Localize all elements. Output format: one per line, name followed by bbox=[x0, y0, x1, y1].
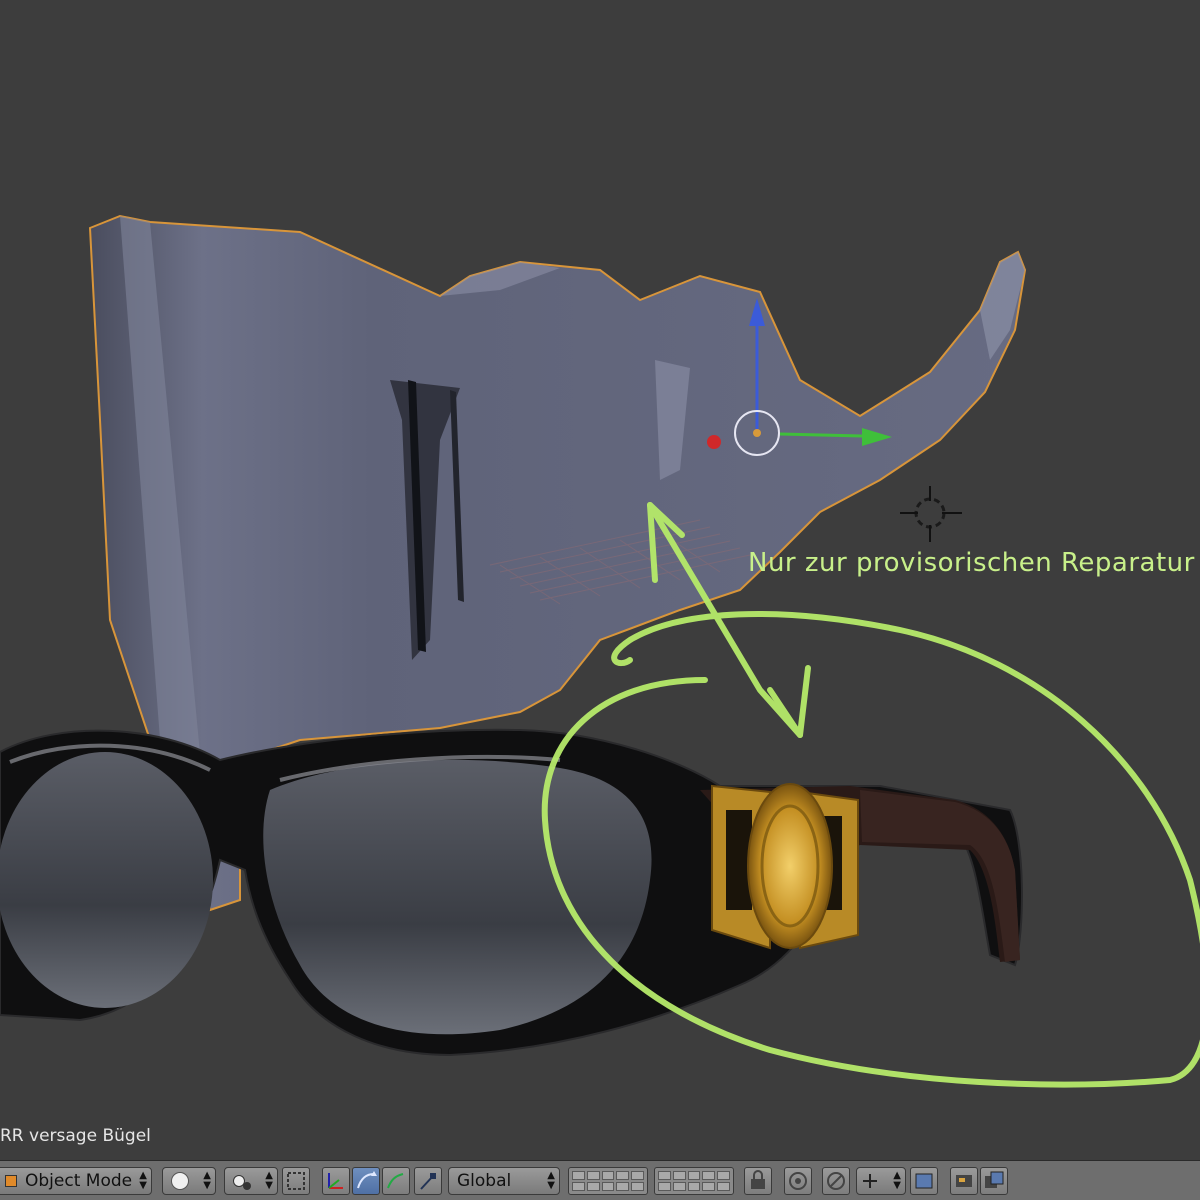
gold-medusa-buckle bbox=[711, 783, 859, 950]
lock-icon bbox=[751, 1170, 765, 1189]
proportional-edit-icon bbox=[789, 1172, 807, 1190]
viewport-canvas bbox=[0, 214, 1200, 1088]
solid-shading-icon bbox=[171, 1172, 189, 1190]
proportional-edit-button[interactable] bbox=[784, 1167, 812, 1195]
annotation-text: Nur zur provisorischen Reparatur bbox=[748, 548, 1195, 578]
snap-target-button[interactable] bbox=[910, 1167, 938, 1195]
pivot-point-dropdown[interactable]: ▲ ▼ bbox=[224, 1167, 278, 1195]
snap-target-icon bbox=[915, 1173, 933, 1189]
translate-manipulator-button[interactable] bbox=[322, 1167, 350, 1195]
3d-cursor-icon[interactable] bbox=[900, 486, 962, 542]
dropdown-arrows-icon: ▲ ▼ bbox=[893, 1170, 901, 1191]
dropdown-arrows-icon: ▲ ▼ bbox=[203, 1170, 211, 1191]
layers-grid-1[interactable] bbox=[568, 1167, 648, 1195]
layers-grid-2[interactable] bbox=[654, 1167, 734, 1195]
object-name-label: RR versage Bügel bbox=[0, 1126, 151, 1146]
manipulator-arrow-icon bbox=[420, 1173, 436, 1190]
copy-render-icon bbox=[985, 1171, 1004, 1188]
rotate-manipulator-button[interactable] bbox=[352, 1167, 380, 1195]
viewport-shading-dropdown[interactable]: ▲ ▼ bbox=[162, 1167, 216, 1195]
manipulator-toggle[interactable] bbox=[282, 1167, 310, 1195]
orientation-label: Global bbox=[457, 1171, 512, 1191]
lock-layers-button[interactable] bbox=[744, 1167, 772, 1195]
snap-element-dropdown[interactable]: ▲ ▼ bbox=[856, 1167, 906, 1195]
dropdown-arrows-icon: ▲ ▼ bbox=[139, 1170, 147, 1191]
manipulator-icon bbox=[287, 1172, 305, 1190]
copy-render-button[interactable] bbox=[980, 1167, 1008, 1195]
snap-element-icon bbox=[863, 1174, 877, 1188]
object-mode-icon bbox=[5, 1175, 17, 1187]
snap-icon bbox=[827, 1172, 845, 1190]
scale-icon bbox=[387, 1173, 404, 1189]
sunglasses-image bbox=[0, 728, 1023, 1057]
left-lens bbox=[0, 752, 213, 1008]
3d-viewport[interactable]: Nur zur provisorischen Reparatur RR vers… bbox=[0, 0, 1200, 1160]
orientation-dropdown[interactable]: Global ▲ ▼ bbox=[448, 1167, 560, 1195]
x-axis-handle-icon bbox=[707, 435, 721, 449]
dropdown-arrows-icon: ▲ ▼ bbox=[265, 1170, 273, 1191]
render-preview-button[interactable] bbox=[950, 1167, 978, 1195]
snap-toggle-button[interactable] bbox=[822, 1167, 850, 1195]
dropdown-arrows-icon: ▲ ▼ bbox=[547, 1170, 555, 1191]
mode-label: Object Mode bbox=[25, 1171, 133, 1191]
scale-manipulator-button[interactable] bbox=[382, 1167, 410, 1195]
rotate-icon bbox=[357, 1171, 377, 1189]
render-preview-icon bbox=[956, 1175, 972, 1187]
mode-dropdown[interactable]: Object Mode ▲ ▼ bbox=[0, 1167, 152, 1195]
manipulator-extra-button[interactable] bbox=[414, 1167, 442, 1195]
translate-icon bbox=[328, 1173, 343, 1189]
viewport-header: Object Mode ▲ ▼ ▲ ▼ ▲ ▼ Global ▲ ▼ ▲ ▼ bbox=[0, 1160, 1200, 1200]
